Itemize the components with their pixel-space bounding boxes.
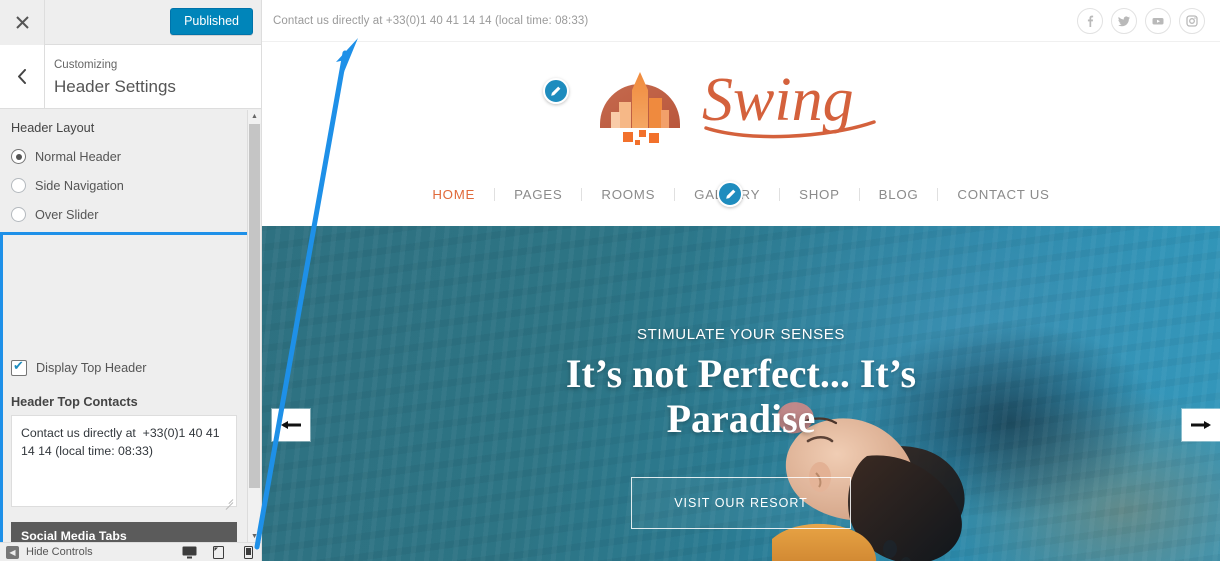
site-preview: Contact us directly at +33(0)1 40 41 14 … [262,0,1220,561]
panel-title-wrap: Customizing Header Settings [45,45,176,108]
radio-label: Side Navigation [35,178,124,193]
hide-controls-label: Hide Controls [26,546,93,558]
social-links [1077,7,1205,34]
mobile-preview-icon[interactable] [244,545,259,559]
page-title: Header Settings [54,77,176,96]
customizer-screen: Published Customizing Header Settings He… [0,0,1220,561]
nav-item-shop[interactable]: SHOP [780,187,858,202]
scroll-up-arrow-icon[interactable]: ▲ [248,110,261,123]
site-main-nav: HOME PAGES ROOMS GALLERY SHOP BLOG CONTA… [262,162,1220,226]
resort-arch-logo-icon [595,58,690,146]
customizer-topbar: Published [0,0,261,45]
radio-icon [11,178,26,193]
tablet-preview-icon[interactable] [213,545,228,559]
instagram-icon[interactable] [1179,7,1205,34]
device-preview-switcher [182,545,259,559]
nav-item-blog[interactable]: BLOG [860,187,938,202]
radio-icon-selected [11,149,26,164]
youtube-icon[interactable] [1145,7,1171,34]
top-bar-contact-text: Contact us directly at +33(0)1 40 41 14 … [273,14,589,27]
logo-wordmark: Swing [698,62,888,142]
hero-title: It’s not Perfect... It’s Paradise [565,351,917,441]
hero-content: STIMULATE YOUR SENSES It’s not Perfect..… [262,226,1220,561]
customizer-sidebar: Published Customizing Header Settings He… [0,0,262,561]
radio-icon [11,207,26,222]
customizer-panel-header: Customizing Header Settings [0,45,261,109]
svg-text:Swing: Swing [702,66,854,134]
site-logo-area: Swing [262,42,1220,162]
sidebar-scrollbar[interactable]: ▲ ▼ [247,110,261,543]
header-layout-section: Header Layout Normal Header Side Navigat… [0,109,261,229]
visit-our-resort-button[interactable]: VISIT OUR RESORT [631,477,851,529]
customizer-controls: Header Layout Normal Header Side Navigat… [0,109,261,561]
header-top-contacts-field [11,415,237,510]
customizer-bottom-bar: ◀ Hide Controls [0,542,261,561]
facebook-icon[interactable] [1077,7,1103,34]
arrow-right-icon[interactable] [1182,409,1220,441]
customizing-eyebrow: Customizing [54,59,118,71]
radio-normal-header[interactable]: Normal Header [11,142,251,171]
display-top-header-checkbox-row[interactable]: Display Top Header [11,355,236,381]
chevron-left-icon[interactable] [0,45,45,108]
radio-side-navigation[interactable]: Side Navigation [11,171,251,200]
twitter-icon[interactable] [1111,7,1137,34]
logo-inner[interactable]: Swing [542,58,888,146]
hero-slider: STIMULATE YOUR SENSES It’s not Perfect..… [262,226,1220,561]
hide-controls-button[interactable]: ◀ Hide Controls [0,545,93,559]
header-top-contacts-textarea[interactable] [11,415,237,507]
nav-item-pages[interactable]: PAGES [495,187,581,202]
site-top-bar: Contact us directly at +33(0)1 40 41 14 … [262,0,1220,42]
radio-label: Normal Header [35,149,122,164]
header-layout-title: Header Layout [11,121,95,135]
header-top-contacts-label: Header Top Contacts [11,395,138,409]
collapse-icon: ◀ [6,545,19,559]
radio-over-slider[interactable]: Over Slider [11,200,251,229]
scrollbar-thumb[interactable] [249,124,260,488]
edit-logo-pencil-icon[interactable] [542,78,569,104]
nav-item-home[interactable]: HOME [413,187,494,202]
close-icon[interactable] [0,0,45,45]
hero-kicker: STIMULATE YOUR SENSES [637,326,845,343]
top-header-settings-group: Display Top Header Header Top Contacts S… [0,341,247,561]
display-top-header-label: Display Top Header [36,361,147,375]
publish-button[interactable]: Published [170,8,253,35]
nav-item-rooms[interactable]: ROOMS [582,187,674,202]
arrow-left-icon[interactable] [272,409,310,441]
checkbox-checked-icon [11,358,27,376]
edit-nav-pencil-icon[interactable] [717,181,743,207]
desktop-preview-icon[interactable] [182,546,197,559]
nav-item-contact-us[interactable]: CONTACT US [938,187,1068,202]
radio-label: Over Slider [35,207,99,222]
